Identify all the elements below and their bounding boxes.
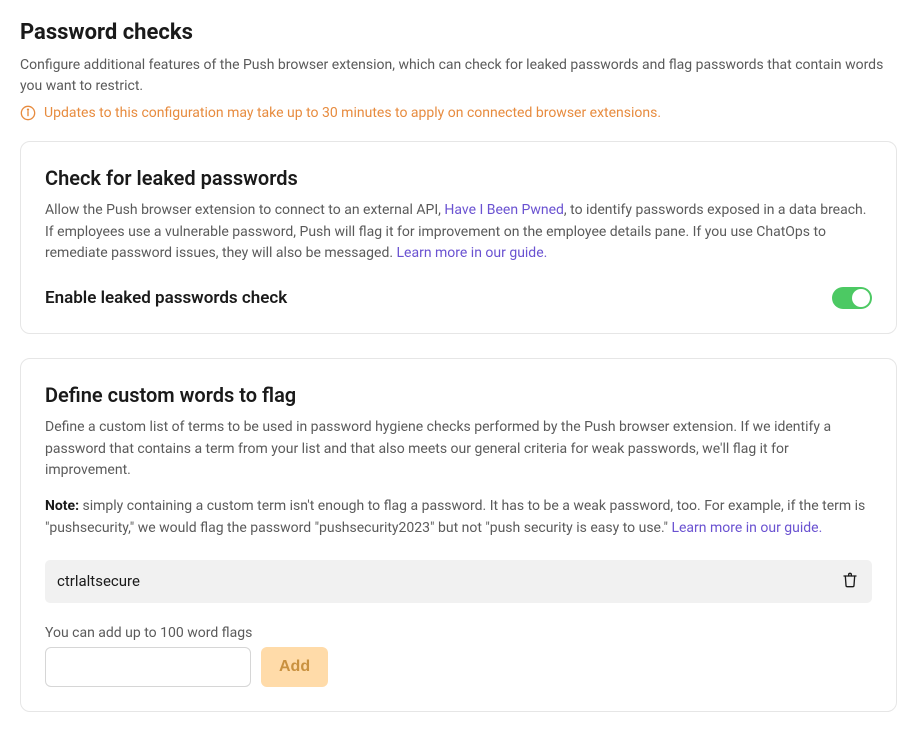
trash-icon	[842, 572, 858, 591]
add-word-input[interactable]	[45, 647, 251, 687]
custom-learn-more-link[interactable]: Learn more in our guide.	[671, 520, 822, 536]
note-label: Note:	[45, 498, 79, 514]
leaked-toggle-row: Enable leaked passwords check	[45, 287, 872, 309]
custom-card-title: Define custom words to flag	[45, 383, 872, 407]
add-helper-text: You can add up to 100 word flags	[45, 625, 872, 641]
word-flag-text: ctrlaltsecure	[57, 572, 140, 590]
leaked-passwords-card: Check for leaked passwords Allow the Pus…	[20, 141, 897, 334]
page-title: Password checks	[20, 20, 897, 45]
add-word-button[interactable]: Add	[261, 647, 328, 687]
leaked-toggle-switch[interactable]	[832, 287, 872, 309]
word-flag-item: ctrlaltsecure	[45, 560, 872, 603]
page-description: Configure additional features of the Pus…	[20, 55, 897, 97]
leaked-learn-more-link[interactable]: Learn more in our guide.	[397, 245, 548, 261]
custom-card-note: Note: simply containing a custom term is…	[45, 496, 872, 539]
custom-card-description: Define a custom list of terms to be used…	[45, 417, 872, 482]
hibp-link[interactable]: Have I Been Pwned	[444, 202, 564, 218]
leaked-toggle-label: Enable leaked passwords check	[45, 288, 287, 308]
leaked-card-description: Allow the Push browser extension to conn…	[45, 200, 872, 265]
custom-words-card: Define custom words to flag Define a cus…	[20, 358, 897, 711]
delete-word-button[interactable]	[840, 570, 860, 593]
info-icon	[20, 105, 36, 121]
leaked-card-title: Check for leaked passwords	[45, 166, 872, 190]
add-word-row: Add	[45, 647, 872, 687]
leaked-desc-pre: Allow the Push browser extension to conn…	[45, 202, 444, 218]
notice-text: Updates to this configuration may take u…	[44, 105, 661, 121]
config-update-notice: Updates to this configuration may take u…	[20, 105, 897, 121]
add-word-section: You can add up to 100 word flags Add	[45, 625, 872, 687]
